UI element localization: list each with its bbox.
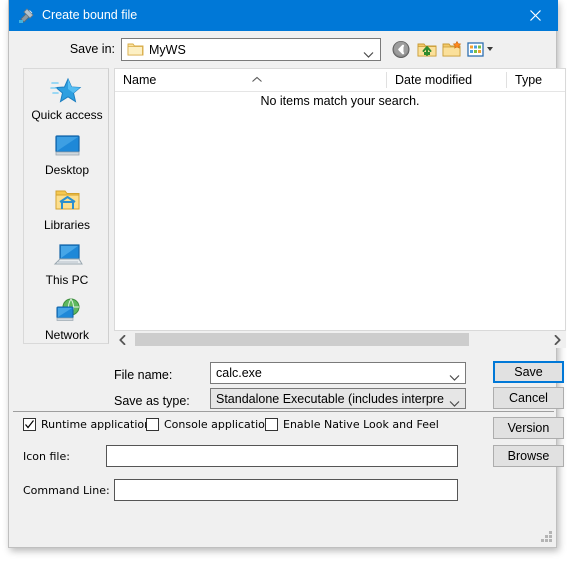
- resize-grip[interactable]: [540, 531, 553, 544]
- back-button[interactable]: [390, 39, 412, 60]
- scroll-right-button[interactable]: [549, 331, 566, 348]
- command-line-input-wrap[interactable]: [114, 479, 458, 501]
- place-libraries[interactable]: Libraries: [24, 181, 110, 236]
- chevron-down-icon: [449, 369, 460, 387]
- chevron-down-icon: [449, 395, 460, 408]
- close-icon: [529, 10, 541, 21]
- place-label: This PC: [45, 273, 89, 287]
- place-network[interactable]: Network: [24, 291, 110, 346]
- laptop-icon: [48, 240, 86, 272]
- version-button[interactable]: Version: [493, 417, 564, 439]
- icon-file-input-wrap[interactable]: [106, 445, 458, 467]
- close-button[interactable]: [512, 0, 558, 31]
- place-label: Desktop: [44, 163, 90, 177]
- up-one-level-button[interactable]: [416, 39, 438, 60]
- browse-button[interactable]: Browse: [493, 445, 564, 467]
- chevron-left-icon: [119, 334, 126, 345]
- column-header-type: Type: [515, 73, 543, 87]
- file-name-label: File name:: [114, 368, 173, 382]
- save-in-combobox[interactable]: MyWS: [121, 38, 381, 61]
- window-title: Create bound file: [42, 8, 138, 22]
- file-list[interactable]: Name Date modified Type No items match y…: [114, 68, 566, 331]
- column-header-date-modified[interactable]: Date modified: [387, 69, 507, 91]
- checkbox-label: Runtime application: [41, 418, 152, 431]
- sort-ascending-icon: [251, 70, 263, 88]
- title-bar: Create bound file: [9, 0, 558, 31]
- check-icon: [25, 420, 34, 429]
- scrollbar-thumb[interactable]: [135, 333, 469, 346]
- libraries-folder-icon: [48, 185, 86, 217]
- network-globe-icon: [48, 295, 86, 327]
- folder-icon: [127, 42, 144, 57]
- place-label: Quick access: [31, 108, 103, 122]
- save-button[interactable]: Save: [493, 361, 564, 383]
- section-divider: [13, 411, 554, 412]
- create-bound-file-dialog: Create bound file Save in: MyWS Quick ac…: [8, 0, 566, 548]
- file-list-header: Name Date modified Type: [115, 69, 565, 92]
- icon-file-label: Icon file:: [23, 450, 70, 463]
- scroll-left-button[interactable]: [114, 331, 131, 348]
- checkbox-box[interactable]: [146, 418, 159, 431]
- checkbox-box[interactable]: [265, 418, 278, 431]
- places-bar: Quick access Desktop Libraries This PC N…: [23, 68, 109, 344]
- cancel-button[interactable]: Cancel: [493, 387, 564, 409]
- place-label: Network: [44, 328, 89, 342]
- save-in-label: Save in:: [69, 42, 115, 56]
- up-one-level-icon: [417, 43, 437, 57]
- place-this-pc[interactable]: This PC: [24, 236, 110, 291]
- save-as-type-value: Standalone Executable (includes interpre…: [216, 392, 444, 406]
- save-as-type-label: Save as type:: [114, 394, 190, 408]
- chevron-down-icon: [363, 46, 374, 64]
- monitor-icon: [48, 130, 86, 162]
- save-as-type-combobox[interactable]: Standalone Executable (includes interpre…: [210, 388, 466, 409]
- back-arrow-icon: [392, 41, 410, 58]
- place-desktop[interactable]: Desktop: [24, 126, 110, 181]
- empty-list-message: No items match your search.: [260, 94, 420, 108]
- command-line-label: Command Line:: [23, 484, 110, 497]
- bound-file-icon: [18, 7, 35, 24]
- place-quick-access[interactable]: Quick access: [24, 71, 110, 126]
- views-button[interactable]: [466, 39, 498, 60]
- chevron-right-icon: [554, 334, 561, 345]
- checkbox-label: Console application: [164, 418, 272, 431]
- save-in-value: MyWS: [149, 43, 186, 57]
- place-label: Libraries: [43, 218, 91, 232]
- file-name-combobox[interactable]: calc.exe: [210, 362, 466, 384]
- file-name-value: calc.exe: [216, 366, 262, 380]
- new-folder-icon: [442, 40, 462, 57]
- checkbox-box[interactable]: [23, 418, 36, 431]
- star-icon: [48, 75, 86, 107]
- checkbox-label: Enable Native Look and Feel: [283, 418, 439, 431]
- command-line-input[interactable]: [115, 480, 457, 500]
- icon-file-input[interactable]: [107, 446, 457, 466]
- horizontal-scrollbar[interactable]: [114, 331, 566, 348]
- views-icon: [467, 42, 493, 57]
- new-folder-button[interactable]: [442, 39, 464, 60]
